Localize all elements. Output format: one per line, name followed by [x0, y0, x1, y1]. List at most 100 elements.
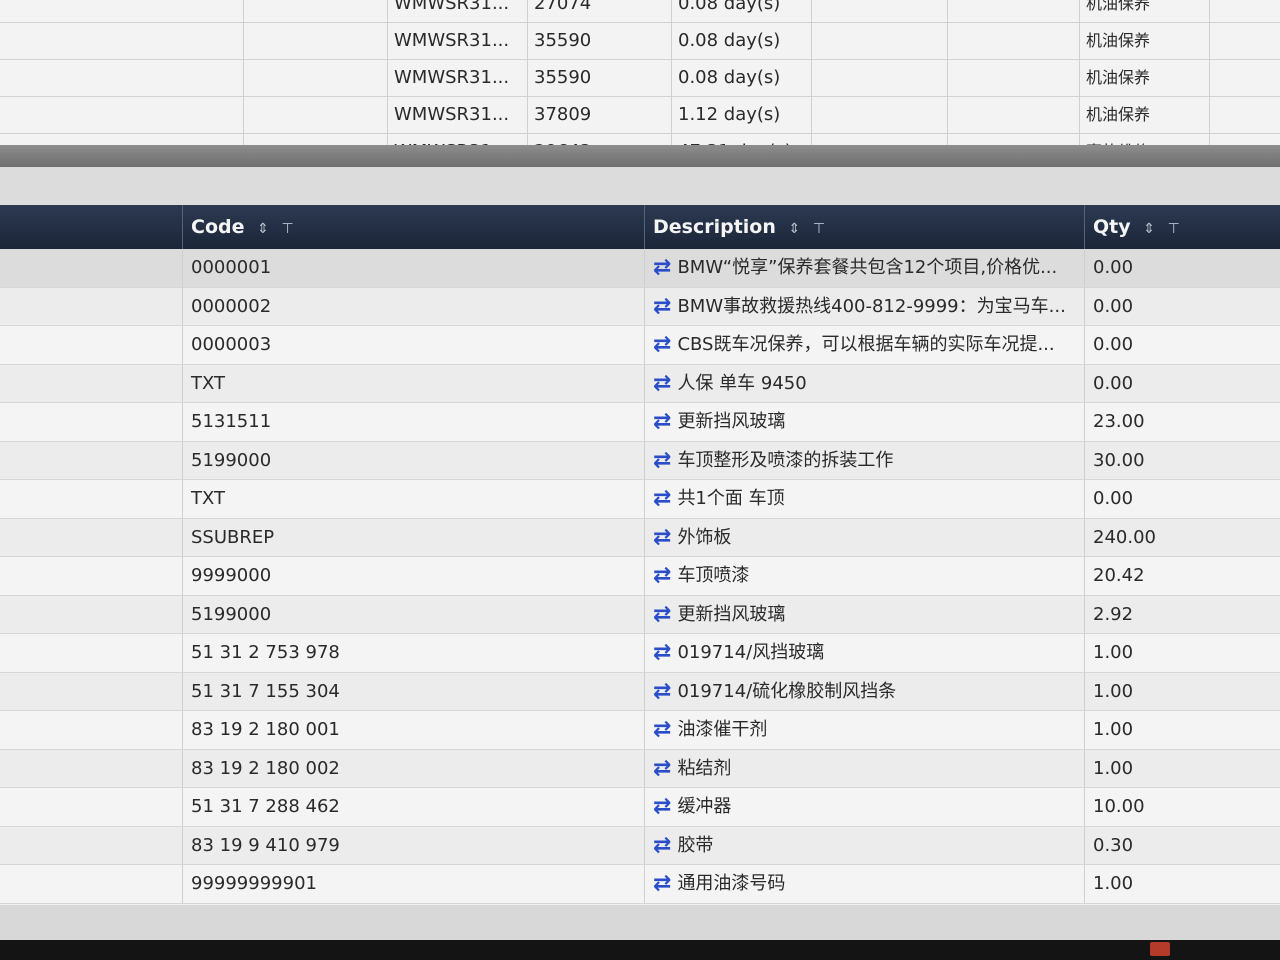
- description-text: 人保 单车 9450: [677, 372, 807, 394]
- history-cell: [244, 22, 388, 59]
- transfer-arrows-icon[interactable]: ⇄: [653, 255, 671, 280]
- table-row[interactable]: 99999999901 ⇄ 通用油漆号码 1.00: [0, 865, 1280, 904]
- filter-icon[interactable]: ⊤: [1168, 221, 1180, 237]
- panel-splitter[interactable]: [0, 145, 1280, 167]
- code-cell: 83 19 2 180 001: [183, 711, 645, 749]
- sort-arrows-icon[interactable]: ⇕: [1143, 221, 1155, 237]
- history-cell: 0.08 day(s): [672, 22, 812, 59]
- description-text: 019714/硫化橡胶制风挡条: [677, 680, 897, 702]
- qty-cell: 0.00: [1093, 488, 1134, 509]
- table-row[interactable]: 0000002 ⇄ BMW事故救援热线400-812-9999：为宝马车... 0.0…: [0, 287, 1280, 326]
- toolbar-strip: [0, 167, 1280, 205]
- history-cell: 0.08 day(s): [672, 59, 812, 96]
- column-header-code[interactable]: Code ⇕ ⊤: [183, 205, 645, 249]
- row-gutter[interactable]: [0, 826, 183, 864]
- history-cell: [812, 59, 948, 96]
- row-gutter[interactable]: [0, 287, 183, 325]
- qty-cell: 1.00: [1093, 680, 1134, 702]
- table-row[interactable]: 83 19 9 410 979 ⇄ 胶带 0.30: [0, 826, 1280, 865]
- qty-cell: 23.00: [1093, 411, 1145, 432]
- sort-arrows-icon[interactable]: ⇕: [789, 221, 801, 237]
- row-gutter[interactable]: [0, 441, 183, 479]
- row-gutter[interactable]: [0, 788, 183, 826]
- filter-icon[interactable]: ⊤: [281, 221, 293, 237]
- transfer-arrows-icon[interactable]: ⇄: [653, 486, 671, 511]
- qty-cell: 0.00: [1093, 257, 1134, 278]
- table-row[interactable]: 9999000 ⇄ 车顶喷漆 20.42: [0, 557, 1280, 596]
- history-cell: [244, 96, 388, 133]
- row-gutter[interactable]: [0, 595, 183, 633]
- row-gutter[interactable]: [0, 749, 183, 787]
- row-gutter[interactable]: [0, 865, 183, 903]
- tray-app-icon[interactable]: [1150, 942, 1170, 956]
- transfer-arrows-icon[interactable]: ⇄: [653, 833, 671, 858]
- row-gutter[interactable]: [0, 711, 183, 749]
- table-row[interactable]: 83 19 2 180 002 ⇄ 粘结剂 1.00: [0, 749, 1280, 788]
- transfer-arrows-icon[interactable]: ⇄: [653, 409, 671, 434]
- row-gutter[interactable]: [0, 249, 183, 287]
- history-row[interactable]: WMWSR31... 35590 0.08 day(s) 机油保养: [0, 59, 1280, 97]
- code-cell: 99999999901: [183, 865, 645, 903]
- table-row[interactable]: 5131511 ⇄ 更新挡风玻璃 23.00: [0, 403, 1280, 442]
- column-header-description-label: Description: [653, 216, 776, 238]
- transfer-arrows-icon[interactable]: ⇄: [653, 794, 671, 819]
- code-cell: 51 31 2 753 978: [183, 634, 645, 672]
- sort-arrows-icon[interactable]: ⇕: [257, 221, 269, 237]
- description-text: BMW“悦享”保养套餐共包含12个项目,价格优...: [677, 257, 1058, 278]
- row-gutter[interactable]: [0, 672, 183, 710]
- table-row[interactable]: 0000001 ⇄ BMW“悦享”保养套餐共包含12个项目,价格优... 0.00: [0, 249, 1280, 288]
- transfer-arrows-icon[interactable]: ⇄: [653, 332, 671, 357]
- row-gutter[interactable]: [0, 634, 183, 672]
- transfer-arrows-icon[interactable]: ⇄: [653, 448, 671, 473]
- table-row[interactable]: 51 31 2 753 978 ⇄ 019714/风挡玻璃 1.00: [0, 634, 1280, 673]
- history-row[interactable]: WMWSR31... 35590 0.08 day(s) 机油保养: [0, 22, 1280, 60]
- transfer-arrows-icon[interactable]: ⇄: [653, 294, 671, 319]
- table-row[interactable]: TXT ⇄ 共1个面 车顶 0.00: [0, 480, 1280, 519]
- code-cell: 51 31 7 288 462: [183, 788, 645, 826]
- description-cell: ⇄ 油漆催干剂: [645, 711, 1085, 749]
- history-cell: 1.12 day(s): [672, 96, 812, 133]
- row-gutter[interactable]: [0, 557, 183, 595]
- column-header-qty-label: Qty: [1093, 216, 1131, 238]
- code-cell: 5131511: [183, 403, 645, 441]
- history-cell: WMWSR31...: [388, 0, 528, 22]
- transfer-arrows-icon[interactable]: ⇄: [653, 717, 671, 742]
- table-row[interactable]: SSUBREP ⇄ 外饰板 240.00: [0, 518, 1280, 557]
- transfer-arrows-icon[interactable]: ⇄: [653, 679, 671, 704]
- row-gutter[interactable]: [0, 403, 183, 441]
- table-row[interactable]: 5199000 ⇄ 更新挡风玻璃 2.92: [0, 595, 1280, 634]
- history-cell: [0, 22, 244, 59]
- table-row[interactable]: 51 31 7 155 304 ⇄ 019714/硫化橡胶制风挡条 1.00: [0, 672, 1280, 711]
- column-header-qty[interactable]: Qty ⇕ ⊤: [1085, 205, 1280, 249]
- grid-footer: [0, 905, 1280, 940]
- transfer-arrows-icon[interactable]: ⇄: [653, 871, 671, 896]
- row-gutter[interactable]: [0, 518, 183, 556]
- table-row[interactable]: TXT ⇄ 人保 单车 9450 0.00: [0, 364, 1280, 403]
- description-cell: ⇄ CBS既车况保养，可以根据车辆的实际车况提...: [645, 326, 1085, 364]
- history-cell: 37809: [528, 96, 672, 133]
- row-gutter[interactable]: [0, 480, 183, 518]
- history-row[interactable]: WMWSR31... 37809 1.12 day(s) 机油保养: [0, 96, 1280, 134]
- transfer-arrows-icon[interactable]: ⇄: [653, 602, 671, 627]
- description-cell: ⇄ 通用油漆号码: [645, 865, 1085, 903]
- transfer-arrows-icon[interactable]: ⇄: [653, 640, 671, 665]
- history-row[interactable]: WMWSR31... 27074 0.08 day(s) 机油保养: [0, 0, 1280, 23]
- history-cell: WMWSR31...: [388, 22, 528, 59]
- filter-icon[interactable]: ⊤: [813, 221, 825, 237]
- history-cell: 机油保养: [1080, 96, 1210, 133]
- table-row[interactable]: 51 31 7 288 462 ⇄ 缓冲器 10.00: [0, 788, 1280, 827]
- transfer-arrows-icon[interactable]: ⇄: [653, 756, 671, 781]
- transfer-arrows-icon[interactable]: ⇄: [653, 563, 671, 588]
- description-cell: ⇄ 外饰板: [645, 518, 1085, 556]
- table-row[interactable]: 83 19 2 180 001 ⇄ 油漆催干剂 1.00: [0, 711, 1280, 750]
- row-gutter[interactable]: [0, 326, 183, 364]
- row-gutter[interactable]: [0, 364, 183, 402]
- qty-cell: 0.00: [1093, 295, 1134, 317]
- table-row[interactable]: 5199000 ⇄ 车顶整形及喷漆的拆装工作 30.00: [0, 441, 1280, 480]
- history-cell: [812, 22, 948, 59]
- transfer-arrows-icon[interactable]: ⇄: [653, 525, 671, 550]
- table-row[interactable]: 0000003 ⇄ CBS既车况保养，可以根据车辆的实际车况提... 0.00: [0, 326, 1280, 365]
- transfer-arrows-icon[interactable]: ⇄: [653, 371, 671, 396]
- qty-cell: 30.00: [1093, 449, 1145, 471]
- column-header-description[interactable]: Description ⇕ ⊤: [645, 205, 1085, 249]
